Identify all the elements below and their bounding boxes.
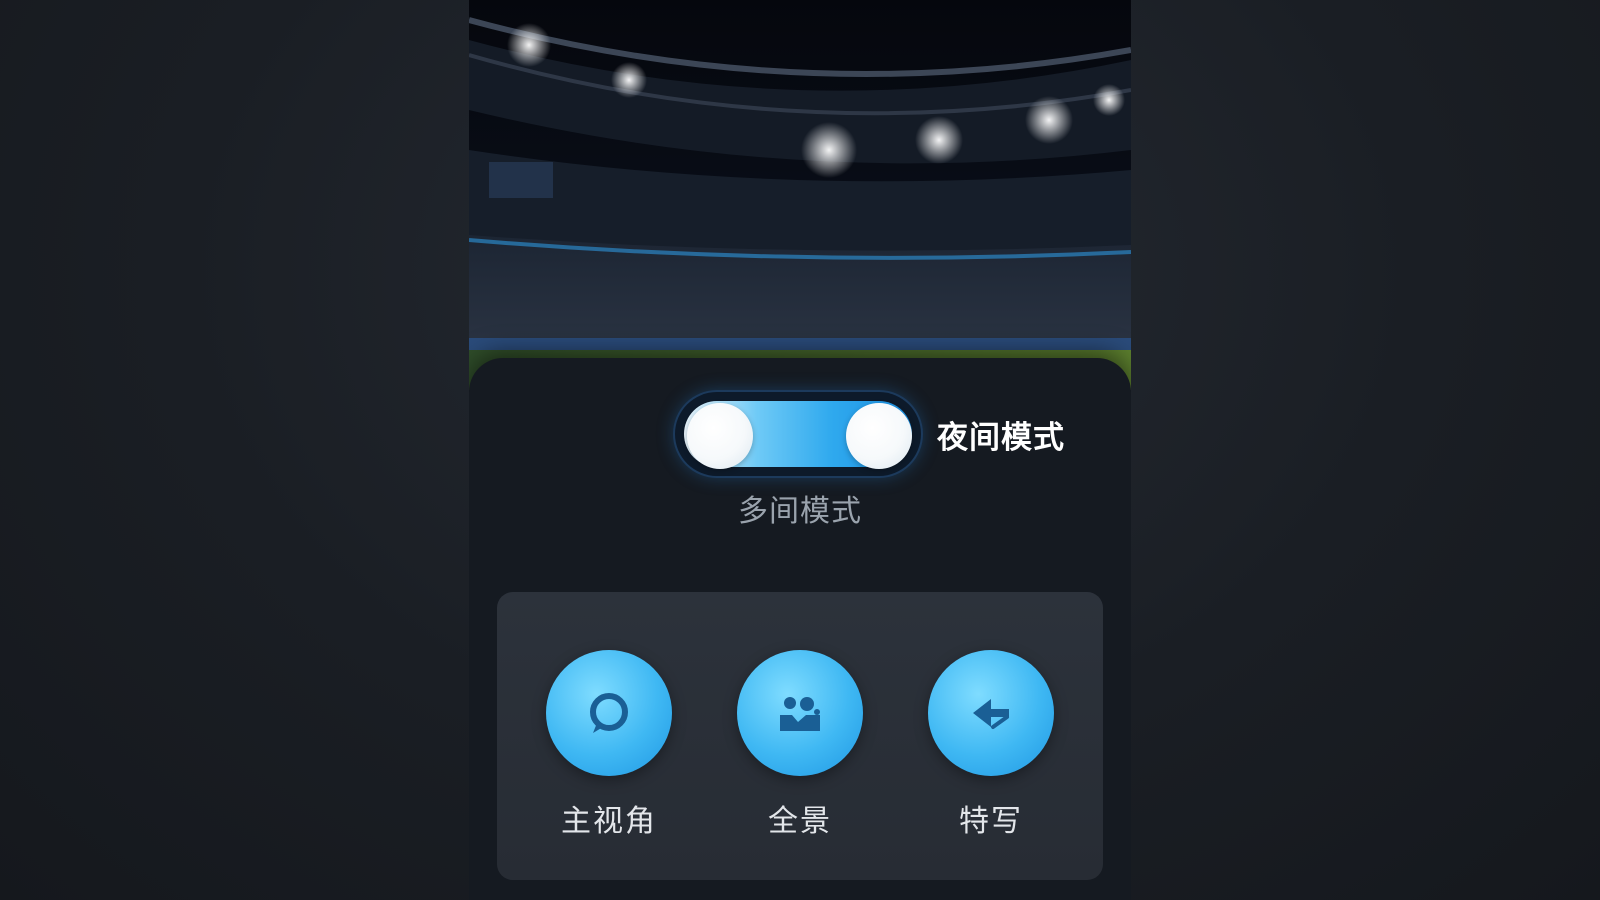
main-view-label: 主视角: [561, 804, 657, 839]
pointer-closeup-icon: [965, 687, 1017, 739]
night-mode-label: 夜间模式: [937, 420, 1065, 456]
camera-view-card: 主视角 全景 特写: [497, 592, 1103, 880]
panorama-circle[interactable]: [737, 650, 863, 776]
closeup-circle[interactable]: [928, 650, 1054, 776]
closeup-label: 特写: [959, 804, 1023, 839]
rotate-view-icon: [583, 687, 635, 739]
night-mode-toggle[interactable]: [675, 392, 921, 476]
main-view-button[interactable]: 主视角: [529, 650, 689, 840]
panorama-label: 全景: [768, 804, 832, 839]
night-mode-row: 夜间模式: [675, 392, 1095, 476]
toggle-knob-glow: [687, 403, 753, 469]
control-panel: 夜间模式 多间模式 主视角 全景 特写: [469, 358, 1131, 900]
toggle-knob[interactable]: [846, 403, 912, 469]
app-screen: 夜间模式 多间模式 主视角 全景 特写: [469, 0, 1131, 900]
main-view-circle[interactable]: [546, 650, 672, 776]
panorama-button[interactable]: 全景: [720, 650, 880, 840]
multi-mode-label: 多间模式: [738, 494, 862, 529]
group-panorama-icon: [774, 687, 826, 739]
stadium-live-view: [469, 0, 1131, 390]
closeup-button[interactable]: 特写: [911, 650, 1071, 840]
